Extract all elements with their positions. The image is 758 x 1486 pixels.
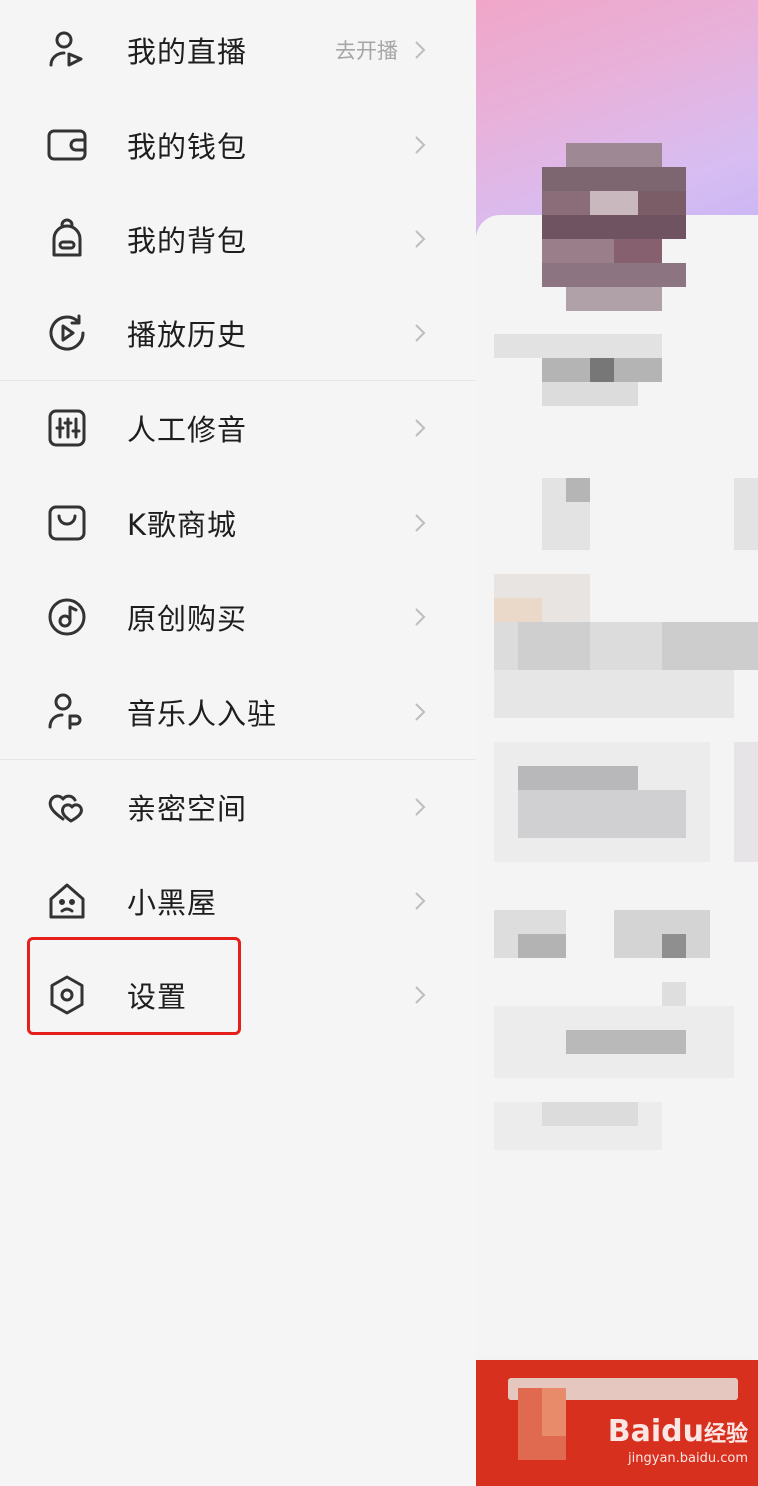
chevron-right-icon xyxy=(415,608,426,626)
side-drawer: 我的直播 去开播 我的钱包 我的背包 播放历史 人工修音 K歌商城 原创购买 音… xyxy=(0,0,476,1486)
hearts-icon xyxy=(44,784,90,830)
content-block xyxy=(518,766,638,790)
action-bar-block xyxy=(542,1388,566,1436)
stat-block xyxy=(734,478,758,550)
content-block xyxy=(518,790,686,838)
content-block xyxy=(566,1030,686,1054)
menu-item-label: 我的钱包 xyxy=(127,130,248,164)
content-block xyxy=(494,598,542,622)
dark-room-icon xyxy=(44,878,90,924)
chevron-right-icon xyxy=(415,892,426,910)
content-block xyxy=(662,622,758,670)
menu-item-label: 原创购买 xyxy=(127,602,248,636)
username-block xyxy=(542,382,638,406)
menu-item-label: 播放历史 xyxy=(127,318,248,352)
content-block xyxy=(662,934,686,958)
menu-item-label: K歌商城 xyxy=(127,508,238,542)
menu-item-k-song-mall[interactable]: K歌商城 xyxy=(0,476,476,570)
menu-item-original-purchase[interactable]: 原创购买 xyxy=(0,570,476,664)
chevron-right-icon xyxy=(415,230,426,248)
menu-item-label: 音乐人入驻 xyxy=(127,697,278,731)
content-block xyxy=(734,742,758,862)
menu-item-intimate-space[interactable]: 亲密空间 xyxy=(0,760,476,854)
content-block xyxy=(518,622,590,670)
bottom-action-bar[interactable]: Baidu经验 jingyan.baidu.com xyxy=(476,1360,758,1486)
chevron-right-icon xyxy=(415,324,426,342)
username-block xyxy=(590,358,614,382)
go-live-hint: 去开播 xyxy=(335,39,398,63)
menu-item-label: 人工修音 xyxy=(127,413,248,447)
menu-item-history[interactable]: 播放历史 xyxy=(0,286,476,380)
menu-item-label: 小黑屋 xyxy=(127,886,218,920)
settings-highlight-box xyxy=(27,937,241,1035)
menu-item-backpack[interactable]: 我的背包 xyxy=(0,192,476,286)
content-block xyxy=(518,934,566,958)
menu-item-voice-tuning[interactable]: 人工修音 xyxy=(0,381,476,475)
backpack-icon xyxy=(44,216,90,262)
menu-item-musician-join[interactable]: 音乐人入驻 xyxy=(0,665,476,759)
wallet-icon xyxy=(44,122,90,168)
chevron-right-icon xyxy=(415,514,426,532)
menu-item-dark-room[interactable]: 小黑屋 xyxy=(0,854,476,948)
equalizer-icon xyxy=(44,405,90,451)
chevron-right-icon xyxy=(415,703,426,721)
chevron-right-icon xyxy=(415,419,426,437)
menu-item-label: 我的背包 xyxy=(127,224,248,258)
chevron-right-icon xyxy=(415,41,426,59)
menu-item-wallet[interactable]: 我的钱包 xyxy=(0,98,476,192)
history-icon xyxy=(44,310,90,356)
chevron-right-icon xyxy=(415,798,426,816)
stat-block xyxy=(566,478,590,502)
musician-icon xyxy=(44,689,90,735)
username-block xyxy=(494,334,662,358)
menu-item-label: 我的直播 xyxy=(127,35,248,69)
profile-panel: Baidu经验 jingyan.baidu.com xyxy=(476,0,758,1486)
content-block xyxy=(542,1102,638,1126)
shopping-bag-icon xyxy=(44,500,90,546)
user-live-icon xyxy=(44,27,90,73)
content-block xyxy=(662,982,686,1006)
watermark-url: jingyan.baidu.com xyxy=(628,1451,748,1466)
content-block xyxy=(494,670,734,718)
watermark-brand: Baidu经验 xyxy=(607,1414,748,1449)
chevron-right-icon xyxy=(415,136,426,154)
chevron-right-icon xyxy=(415,986,426,1004)
avatar[interactable] xyxy=(542,143,686,311)
menu-item-my-live[interactable]: 我的直播 去开播 xyxy=(0,3,476,97)
music-disc-icon xyxy=(44,594,90,640)
menu-item-label: 亲密空间 xyxy=(127,792,248,826)
baidu-jingyan-watermark: Baidu经验 jingyan.baidu.com xyxy=(608,1414,748,1466)
